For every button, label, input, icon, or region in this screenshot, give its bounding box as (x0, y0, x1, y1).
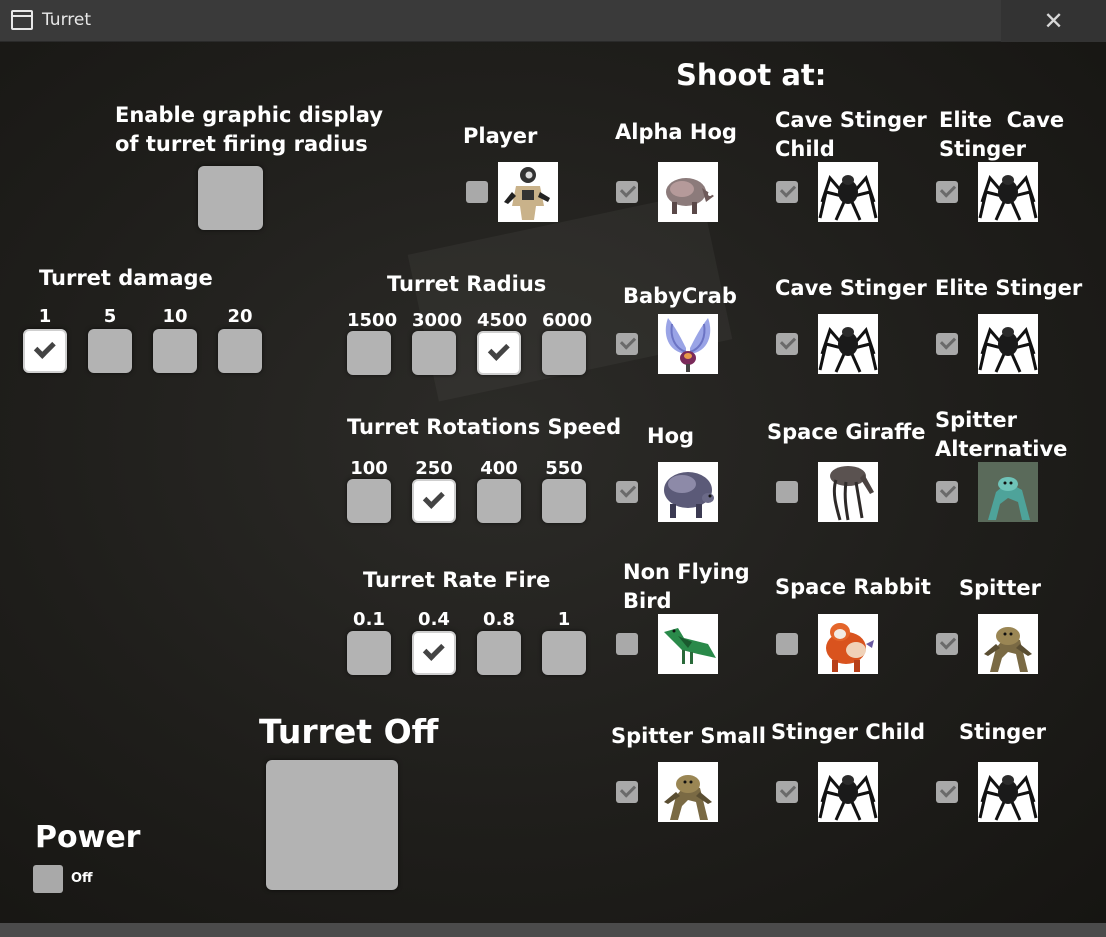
damage-title: Turret damage (39, 266, 213, 290)
target-checkbox[interactable] (936, 781, 958, 803)
target-checkbox[interactable] (616, 633, 638, 655)
rate-option-label: 0.1 (353, 609, 385, 630)
rate-title: Turret Rate Fire (363, 568, 551, 592)
damage-option-checkbox[interactable] (88, 329, 132, 373)
rate-option-checkbox[interactable] (542, 631, 586, 675)
hog-icon (658, 462, 718, 522)
radius-title: Turret Radius (387, 272, 547, 296)
rotation-option-label: 550 (545, 458, 583, 479)
graphic-display-label: Enable graphic display of turret firing … (115, 103, 383, 156)
target-checkbox[interactable] (936, 633, 958, 655)
damage-option-label: 10 (162, 306, 188, 327)
turret-state-label: Turret Off (259, 712, 439, 751)
rate-option-label: 1 (557, 609, 571, 630)
target-checkbox[interactable] (616, 781, 638, 803)
turret-panel: Enable graphic display of turret firing … (0, 42, 1106, 923)
bottom-bar (0, 923, 1106, 937)
target-checkbox[interactable] (616, 333, 638, 355)
turret-power-toggle[interactable] (266, 760, 398, 890)
radius-option-checkbox[interactable] (542, 331, 586, 375)
target-name: Elite Cave Stinger (939, 108, 1065, 161)
target-name: Spitter (959, 576, 1042, 600)
rotation-title: Turret Rotations Speed (347, 415, 622, 439)
shoot-at-title: Shoot at: (676, 58, 827, 92)
target-name: Cave Stinger (775, 276, 927, 300)
spider-icon (978, 314, 1038, 374)
radius-option-checkbox[interactable] (347, 331, 391, 375)
target-name: Spitter Alternative (935, 408, 1068, 461)
bird-icon (658, 614, 718, 674)
target-checkbox[interactable] (776, 333, 798, 355)
target-name: Elite Stinger (935, 276, 1083, 300)
target-name: Alpha Hog (615, 120, 737, 144)
rotation-option-checkbox[interactable] (347, 479, 391, 523)
damage-option-label: 1 (38, 306, 52, 327)
spitter-icon (658, 762, 718, 822)
spider-icon (818, 762, 878, 822)
radius-option-checkbox[interactable] (412, 331, 456, 375)
player-icon (498, 162, 558, 222)
window-icon (11, 10, 33, 30)
target-name: Cave Stinger Child (775, 108, 927, 161)
spider-icon (818, 314, 878, 374)
rotation-option-checkbox[interactable] (542, 479, 586, 523)
target-name: BabyCrab (623, 284, 737, 308)
spider-icon (978, 762, 1038, 822)
radius-option-label: 1500 (347, 310, 398, 331)
spider-icon (818, 162, 878, 222)
rotation-option-label: 250 (415, 458, 453, 479)
power-title: Power (35, 820, 141, 855)
babycrab-icon (658, 314, 718, 374)
damage-option-label: 20 (227, 306, 253, 327)
power-state-label: Off (71, 871, 93, 886)
damage-option-checkbox[interactable] (153, 329, 197, 373)
target-name: Space Rabbit (775, 575, 931, 599)
damage-option-checkbox[interactable] (218, 329, 262, 373)
spider-icon (978, 162, 1038, 222)
damage-option-checkbox[interactable] (23, 329, 67, 373)
alpha-hog-icon (658, 162, 718, 222)
radius-option-label: 6000 (542, 310, 593, 331)
title-bar: Turret ✕ (0, 0, 1106, 42)
rate-option-checkbox[interactable] (477, 631, 521, 675)
target-checkbox[interactable] (776, 181, 798, 203)
target-checkbox[interactable] (936, 481, 958, 503)
target-checkbox[interactable] (936, 333, 958, 355)
rate-option-label: 0.8 (483, 609, 515, 630)
damage-option-label: 5 (103, 306, 117, 327)
rotation-option-checkbox[interactable] (477, 479, 521, 523)
rotation-option-label: 400 (480, 458, 518, 479)
radius-option-label: 4500 (477, 310, 528, 331)
rate-option-label: 0.4 (418, 609, 450, 630)
giraffe-icon (818, 462, 878, 522)
rate-option-checkbox[interactable] (412, 631, 456, 675)
spitter-icon (978, 614, 1038, 674)
radius-option-checkbox[interactable] (477, 331, 521, 375)
target-checkbox[interactable] (616, 181, 638, 203)
graphic-display-checkbox[interactable] (198, 166, 263, 230)
rotation-option-label: 100 (350, 458, 388, 479)
close-button[interactable]: ✕ (1001, 0, 1106, 42)
target-name: Stinger Child (771, 720, 926, 744)
target-checkbox[interactable] (616, 481, 638, 503)
target-name: Space Giraffe (767, 420, 926, 444)
target-name: Spitter Small (611, 724, 766, 748)
target-checkbox[interactable] (776, 781, 798, 803)
rotation-option-checkbox[interactable] (412, 479, 456, 523)
target-checkbox[interactable] (776, 481, 798, 503)
window-title: Turret (42, 10, 92, 30)
rate-option-checkbox[interactable] (347, 631, 391, 675)
power-checkbox[interactable] (33, 865, 63, 893)
target-checkbox[interactable] (936, 181, 958, 203)
target-checkbox[interactable] (466, 181, 488, 203)
rabbit-icon (818, 614, 878, 674)
target-name: Player (463, 124, 538, 148)
target-name: Hog (647, 424, 695, 448)
target-name: Non Flying Bird (623, 560, 750, 613)
spitter-alt-icon (978, 462, 1038, 522)
radius-option-label: 3000 (412, 310, 463, 331)
target-name: Stinger (959, 720, 1046, 744)
target-checkbox[interactable] (776, 633, 798, 655)
